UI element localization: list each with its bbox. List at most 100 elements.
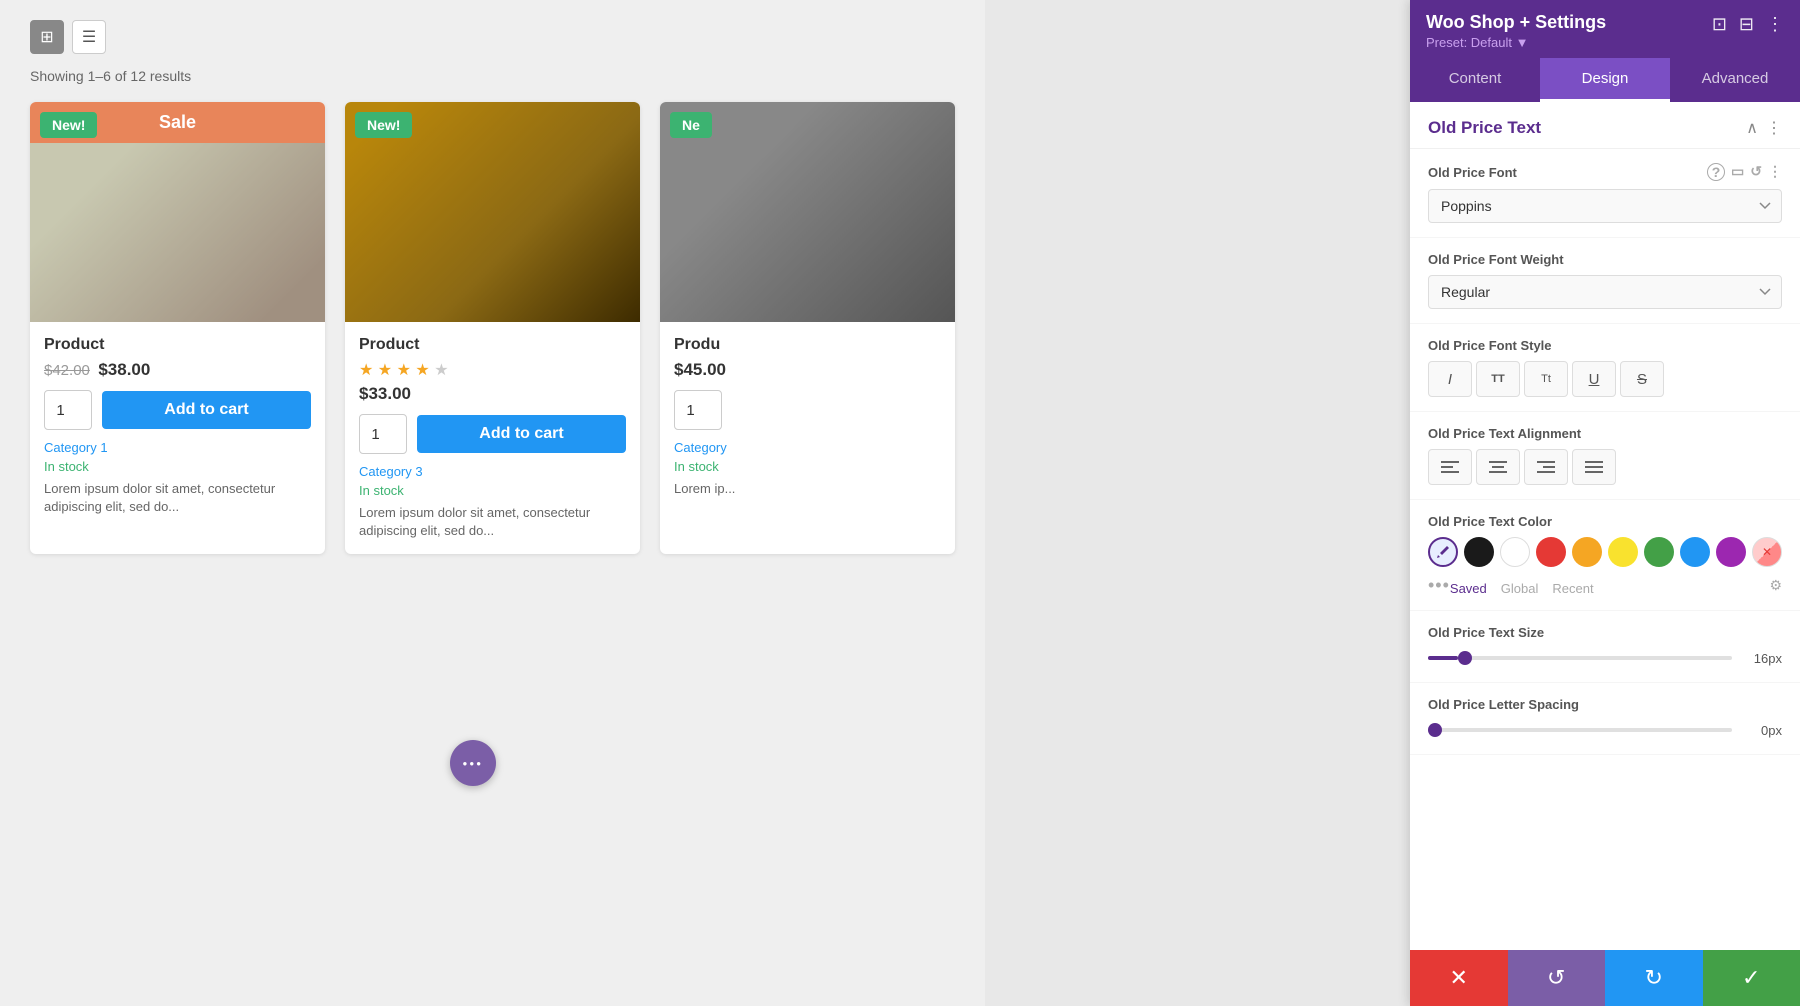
reset-icon[interactable]: ↺ <box>1750 163 1762 181</box>
strikethrough-button[interactable]: S <box>1620 361 1664 397</box>
color-eraser[interactable]: ✕ <box>1752 537 1782 567</box>
letter-spacing-label: Old Price Letter Spacing <box>1428 697 1782 712</box>
capitalize-button[interactable]: Tt <box>1524 361 1568 397</box>
color-blue[interactable] <box>1680 537 1710 567</box>
add-to-cart-row <box>674 390 941 430</box>
italic-button[interactable]: I <box>1428 361 1472 397</box>
cancel-button[interactable]: ✕ <box>1410 950 1508 1006</box>
text-alignment-group: Old Price Text Alignment <box>1410 412 1800 500</box>
color-white[interactable] <box>1500 537 1530 567</box>
font-style-label: Old Price Font Style <box>1428 338 1782 353</box>
color-palette: ✕ <box>1428 537 1782 567</box>
tab-content[interactable]: Content <box>1410 58 1540 102</box>
font-more-icon[interactable]: ⋮ <box>1768 163 1782 181</box>
product-name: Product <box>44 336 311 354</box>
align-justify-button[interactable] <box>1572 449 1616 485</box>
add-to-cart-row: Add to cart <box>359 414 626 454</box>
collapse-icon[interactable]: ∧ <box>1746 118 1758 138</box>
layout-icon[interactable]: ⊟ <box>1739 14 1754 35</box>
product-image-wrap: Ne <box>660 102 955 322</box>
redo-button[interactable]: ↻ <box>1605 950 1703 1006</box>
saved-colors-tab[interactable]: Saved <box>1450 581 1487 596</box>
product-description: Lorem ipsum dolor sit amet, consectetur … <box>44 480 311 516</box>
color-green[interactable] <box>1644 537 1674 567</box>
price-row: $33.00 <box>359 384 626 404</box>
section-more-icon[interactable]: ⋮ <box>1766 118 1782 138</box>
product-card: New! Product ★ ★ ★ ★ ★ $33.00 Add to car… <box>345 102 640 554</box>
color-red[interactable] <box>1536 537 1566 567</box>
main-content: ⊞ ☰ Showing 1–6 of 12 results Sale New! … <box>0 0 985 1006</box>
action-bar: ✕ ↺ ↻ ✓ <box>1410 950 1800 1006</box>
align-center-button[interactable] <box>1476 449 1520 485</box>
undo-icon: ↺ <box>1547 965 1565 991</box>
global-colors-tab[interactable]: Global <box>1501 581 1539 596</box>
desktop-icon[interactable]: ▭ <box>1731 163 1744 181</box>
more-icon[interactable]: ⋮ <box>1766 14 1784 35</box>
stock-status: In stock <box>359 483 626 498</box>
grid-icon: ⊞ <box>40 27 53 47</box>
font-select[interactable]: Poppins Arial Georgia Times New Roman <box>1428 189 1782 223</box>
quantity-input[interactable] <box>44 390 92 430</box>
quantity-input[interactable] <box>359 414 407 454</box>
price-row: $45.00 <box>674 360 941 380</box>
old-price: $42.00 <box>44 362 90 379</box>
tab-advanced[interactable]: Advanced <box>1670 58 1800 102</box>
tab-design[interactable]: Design <box>1540 58 1670 102</box>
product-card: Ne Produ $45.00 Category In stock Lorem … <box>660 102 955 554</box>
size-slider-value: 16px <box>1742 651 1782 666</box>
category-link[interactable]: Category <box>674 440 941 455</box>
undo-button[interactable]: ↺ <box>1508 950 1606 1006</box>
category-link[interactable]: Category 3 <box>359 464 626 479</box>
single-price: $33.00 <box>359 384 411 403</box>
product-name: Product <box>359 336 626 354</box>
new-badge: Ne <box>670 112 712 138</box>
text-color-group: Old Price Text Color ✕ ••• <box>1410 500 1800 611</box>
letter-spacing-slider-value: 0px <box>1742 723 1782 738</box>
confirm-button[interactable]: ✓ <box>1703 950 1800 1006</box>
underline-button[interactable]: U <box>1572 361 1616 397</box>
new-badge: New! <box>40 112 97 138</box>
add-to-cart-button[interactable]: Add to cart <box>417 415 626 453</box>
price-row: $42.00 $38.00 <box>44 360 311 380</box>
font-label-icons: ? ▭ ↺ ⋮ <box>1707 163 1782 181</box>
align-left-button[interactable] <box>1428 449 1472 485</box>
dots-fab-button[interactable]: ●●● <box>450 740 496 786</box>
color-black[interactable] <box>1464 537 1494 567</box>
font-weight-select[interactable]: Regular Thin Light Regular Medium Bold B… <box>1428 275 1782 309</box>
section-header-icons: ∧ ⋮ <box>1746 118 1782 138</box>
color-settings-icon[interactable]: ⚙ <box>1769 577 1782 594</box>
letter-spacing-slider-thumb[interactable] <box>1428 723 1442 737</box>
font-label: Old Price Font ? ▭ ↺ ⋮ <box>1428 163 1782 181</box>
products-grid: Sale New! Product $42.00 $38.00 Add to c… <box>30 102 955 554</box>
more-colors-button[interactable]: ••• <box>1428 575 1450 596</box>
panel-header-icons: ⊡ ⊟ ⋮ <box>1712 14 1784 35</box>
single-price: $45.00 <box>674 360 726 379</box>
category-link[interactable]: Category 1 <box>44 440 311 455</box>
responsive-icon[interactable]: ⊡ <box>1712 14 1727 35</box>
product-info: Product ★ ★ ★ ★ ★ $33.00 Add to cart Cat… <box>345 322 640 554</box>
help-icon[interactable]: ? <box>1707 163 1725 181</box>
grid-view-button[interactable]: ⊞ <box>30 20 64 54</box>
align-right-button[interactable] <box>1524 449 1568 485</box>
color-orange[interactable] <box>1572 537 1602 567</box>
panel-tabs: Content Design Advanced <box>1410 58 1800 102</box>
eyedropper-button[interactable] <box>1428 537 1458 567</box>
letter-spacing-slider-wrap <box>1428 720 1732 740</box>
uppercase-button[interactable]: TT <box>1476 361 1520 397</box>
letter-spacing-slider-track <box>1428 728 1732 732</box>
results-count: Showing 1–6 of 12 results <box>30 68 955 84</box>
size-slider-thumb[interactable] <box>1458 651 1472 665</box>
add-to-cart-button[interactable]: Add to cart <box>102 391 311 429</box>
text-alignment-label: Old Price Text Alignment <box>1428 426 1782 441</box>
color-yellow[interactable] <box>1608 537 1638 567</box>
font-weight-group: Old Price Font Weight Regular Thin Light… <box>1410 238 1800 324</box>
recent-colors-tab[interactable]: Recent <box>1552 581 1593 596</box>
list-view-button[interactable]: ☰ <box>72 20 106 54</box>
add-to-cart-row: Add to cart <box>44 390 311 430</box>
color-purple[interactable] <box>1716 537 1746 567</box>
quantity-input[interactable] <box>674 390 722 430</box>
stock-status: In stock <box>44 459 311 474</box>
section-title: Old Price Text <box>1428 118 1541 138</box>
confirm-icon: ✓ <box>1742 965 1760 991</box>
size-slider-wrap <box>1428 648 1732 668</box>
